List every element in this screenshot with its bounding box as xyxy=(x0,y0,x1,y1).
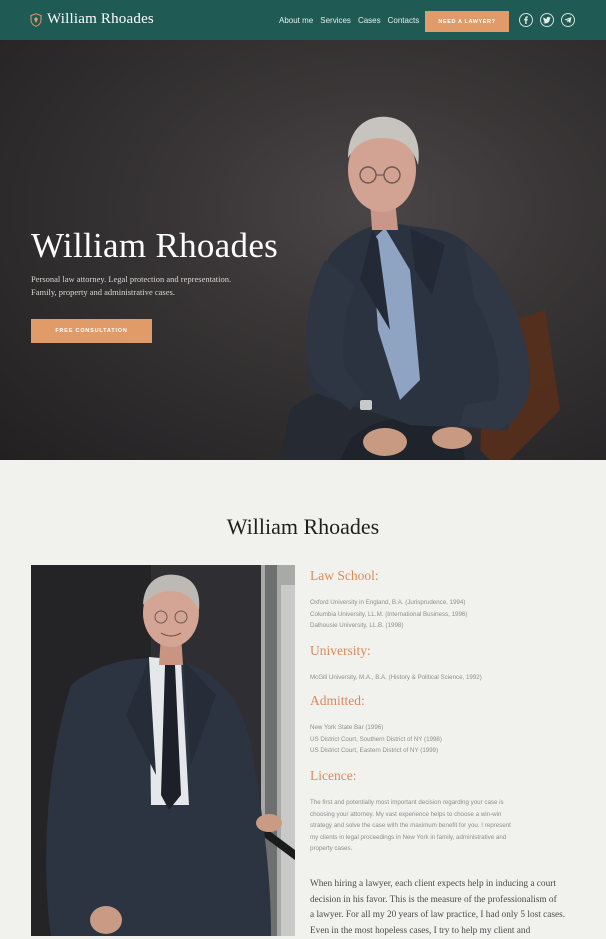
law-school-item: Oxford University in England, B.A. (Juri… xyxy=(310,597,578,609)
admitted-item: US District Court, Eastern District of N… xyxy=(310,745,578,757)
menu-item-services[interactable]: Services xyxy=(320,16,351,25)
need-lawyer-button[interactable]: NEED A LAWYER? xyxy=(425,11,509,32)
top-navigation-bar: William Rhoades About me Services Cases … xyxy=(0,0,606,40)
admitted-heading: Admitted: xyxy=(310,693,578,709)
hero-subtitle-line: Personal law attorney. Legal protection … xyxy=(31,273,261,286)
hero-section: William Rhoades Personal law attorney. L… xyxy=(0,40,606,460)
menu-item-about[interactable]: About me xyxy=(279,16,313,25)
university-section: University: McGill University, M.A., B.A… xyxy=(310,643,578,684)
shield-logo-icon[interactable] xyxy=(30,13,42,27)
paragraph-line: a lawyer. For all my 20 years of law pra… xyxy=(310,908,578,924)
licence-section: Licence: The first and potentially most … xyxy=(310,768,578,855)
menu-item-cases[interactable]: Cases xyxy=(358,16,381,25)
about-section-title: William Rhoades xyxy=(0,514,606,540)
licence-line: my clients in legal proceedings in New Y… xyxy=(310,832,578,844)
free-consultation-button[interactable]: FREE CONSULTATION xyxy=(31,319,152,343)
admitted-item: New York State Bar (1996) xyxy=(310,722,578,734)
licence-heading: Licence: xyxy=(310,768,578,784)
university-item: McGill University, M.A., B.A. (History &… xyxy=(310,672,578,684)
paragraph-line: Even in the most hopeless cases, I try t… xyxy=(310,924,578,939)
telegram-icon[interactable] xyxy=(561,13,575,27)
licence-line: choosing your attorney. My vast experien… xyxy=(310,809,578,821)
menu-item-contacts[interactable]: Contacts xyxy=(388,16,420,25)
hero-subtitle: Personal law attorney. Legal protection … xyxy=(31,273,261,298)
brand-name[interactable]: William Rhoades xyxy=(47,11,154,28)
paragraph-line: decision in his favor. This is the measu… xyxy=(310,893,578,909)
hero-subtitle-line: Family, property and administrative case… xyxy=(31,286,261,299)
attorney-portrait-photo xyxy=(31,565,295,936)
main-menu: About me Services Cases Contacts xyxy=(279,16,419,25)
law-school-item: Columbia University, LL.M. (Internationa… xyxy=(310,609,578,621)
university-heading: University: xyxy=(310,643,578,659)
attorney-hero-photo xyxy=(260,80,606,460)
licence-line: strategy and solve the case with the max… xyxy=(310,820,578,832)
experience-paragraph: When hiring a lawyer, each client expect… xyxy=(310,877,578,939)
facebook-icon[interactable] xyxy=(519,13,533,27)
licence-line: property cases. xyxy=(310,843,578,855)
licence-line: The first and potentially most important… xyxy=(310,797,578,809)
admitted-item: US District Court, Southern District of … xyxy=(310,734,578,746)
law-school-item: Dalhousie University, LL.B. (1998) xyxy=(310,620,578,632)
law-school-section: Law School: Oxford University in England… xyxy=(310,568,578,632)
paragraph-line: When hiring a lawyer, each client expect… xyxy=(310,877,578,893)
law-school-heading: Law School: xyxy=(310,568,578,584)
admitted-section: Admitted: New York State Bar (1996) US D… xyxy=(310,693,578,757)
twitter-icon[interactable] xyxy=(540,13,554,27)
hero-title: William Rhoades xyxy=(31,226,278,266)
